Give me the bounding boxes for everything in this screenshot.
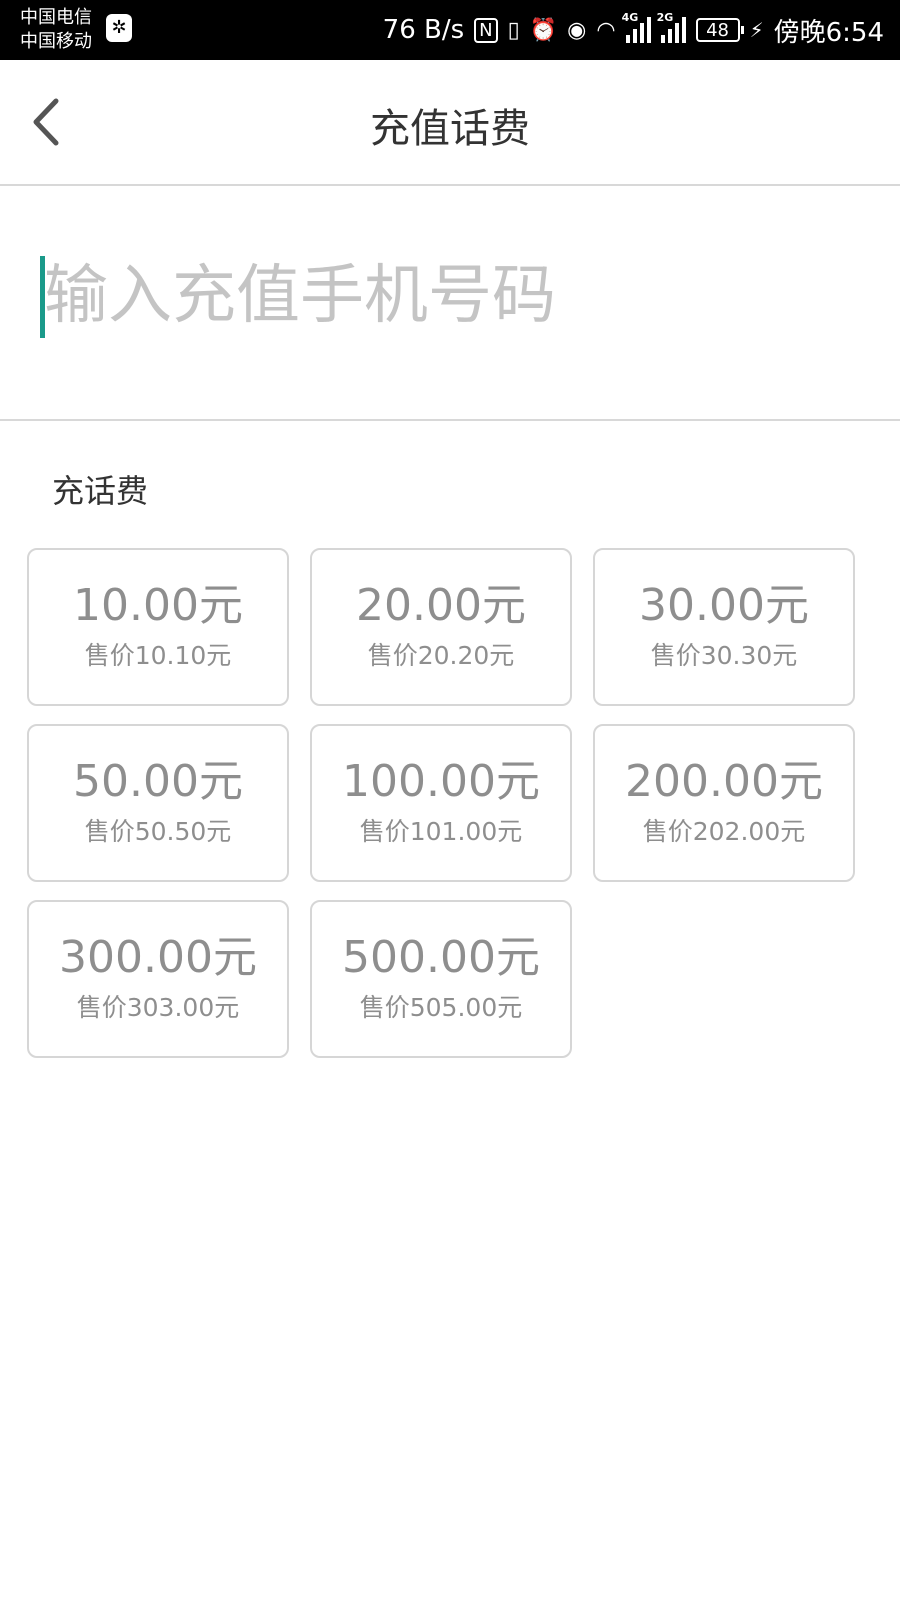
app-header: 充值话费: [0, 60, 900, 186]
alarm-icon: ⏰: [529, 17, 558, 43]
option-price: 售价20.20元: [367, 641, 515, 670]
status-bar: 中国电信 中国移动 ✲ 76 B/s N ▯ ⏰ ◉ ◠ 4G 2G 48 ⚡ …: [0, 0, 900, 60]
recharge-options: 10.00元 售价10.10元 20.00元 售价20.20元 30.00元 售…: [27, 548, 873, 1058]
option-value: 20.00元: [356, 580, 526, 631]
nfc-icon: N: [474, 17, 498, 43]
status-indicators: 76 B/s N ▯ ⏰ ◉ ◠ 4G 2G 48 ⚡ 傍晚6:54: [383, 0, 884, 60]
recharge-option-10[interactable]: 10.00元 售价10.10元: [27, 548, 289, 706]
option-price: 售价30.30元: [650, 641, 798, 670]
option-price: 售价303.00元: [76, 993, 240, 1022]
battery-level: 48: [706, 19, 730, 41]
option-price: 售价50.50元: [84, 817, 232, 846]
option-value: 200.00元: [625, 756, 823, 807]
vibrate-icon: ▯: [507, 17, 520, 43]
option-price: 售价10.10元: [84, 641, 232, 670]
option-value: 30.00元: [639, 580, 809, 631]
recharge-option-500[interactable]: 500.00元 售价505.00元: [310, 900, 572, 1058]
recharge-option-200[interactable]: 200.00元 售价202.00元: [593, 724, 855, 882]
recharge-option-30[interactable]: 30.00元 售价30.30元: [593, 548, 855, 706]
clock: 傍晚6:54: [773, 17, 884, 48]
option-value: 10.00元: [73, 580, 243, 631]
eye-icon: ◉: [567, 17, 587, 43]
recharge-option-100[interactable]: 100.00元 售价101.00元: [310, 724, 572, 882]
section-label: 充话费: [52, 472, 149, 510]
carrier-1: 中国电信: [20, 7, 92, 28]
net-speed: 76 B/s: [382, 15, 465, 45]
signal-sim1-icon: 4G: [622, 11, 651, 43]
charging-icon: ⚡: [749, 18, 764, 42]
wifi-icon: ◠: [596, 17, 616, 43]
recharge-option-300[interactable]: 300.00元 售价303.00元: [27, 900, 289, 1058]
recharge-option-20[interactable]: 20.00元 售价20.20元: [310, 548, 572, 706]
notification-app-icon: ✲: [106, 14, 132, 42]
option-price: 售价505.00元: [359, 993, 523, 1022]
sim1-network-tag: 4G: [621, 11, 639, 24]
option-price: 售价101.00元: [359, 817, 523, 846]
signal-sim2-icon: 2G: [657, 11, 686, 43]
option-value: 300.00元: [59, 932, 257, 983]
option-value: 100.00元: [342, 756, 540, 807]
sim2-network-tag: 2G: [656, 11, 674, 24]
option-value: 50.00元: [73, 756, 243, 807]
page-title: 充值话费: [370, 106, 530, 152]
carrier-2: 中国移动: [20, 31, 92, 52]
phone-number-input[interactable]: [44, 248, 844, 344]
battery-icon: 48: [695, 18, 744, 42]
phone-input-section: [0, 186, 900, 421]
option-value: 500.00元: [342, 932, 540, 983]
recharge-option-50[interactable]: 50.00元 售价50.50元: [27, 724, 289, 882]
carrier-names: 中国电信 中国移动: [20, 6, 92, 54]
option-price: 售价202.00元: [642, 817, 806, 846]
